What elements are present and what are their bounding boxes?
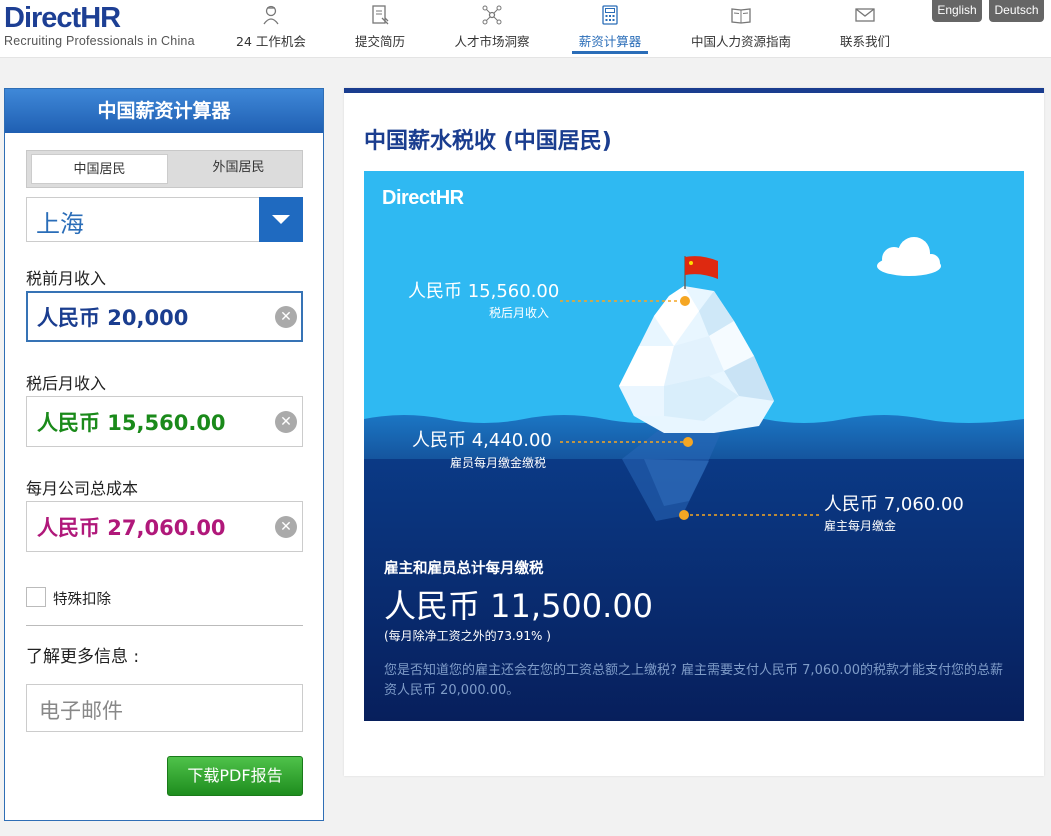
clear-icon[interactable]: ✕	[275, 516, 297, 538]
city-value: 上海	[36, 210, 84, 238]
logo-wordmark: DirectHR	[4, 2, 121, 34]
nav-item-salary-calculator[interactable]: 薪资计算器	[572, 4, 648, 54]
net-income-value: 人民币 15,560.00	[37, 411, 226, 435]
residency-foreign-button[interactable]: 外国居民	[170, 154, 307, 184]
calculator-panel: 中国薪资计算器 中国居民 外国居民 上海 税前月收入 人民币 20,000 ✕ …	[4, 88, 324, 821]
book-icon	[731, 8, 751, 24]
nav-item-hr-guide[interactable]: 中国人力资源指南	[688, 4, 794, 54]
calculator-title: 中国薪资计算器	[5, 89, 323, 133]
residency-china-button[interactable]: 中国居民	[31, 154, 168, 184]
site-header: DirectHR Recruiting Professionals in Chi…	[0, 0, 1051, 58]
clear-icon[interactable]: ✕	[275, 306, 297, 328]
calculator-icon	[602, 5, 618, 25]
logo[interactable]: DirectHR Recruiting Professionals in Chi…	[4, 2, 195, 48]
employer-tax-caption: 雇主每月缴金	[824, 519, 897, 533]
resume-icon	[372, 5, 389, 25]
company-cost-input[interactable]: 人民币 27,060.00 ✕	[26, 501, 303, 552]
residency-toggle: 中国居民 外国居民	[26, 150, 303, 188]
email-field[interactable]: 电子邮件	[26, 684, 303, 732]
company-cost-label: 每月公司总成本	[26, 479, 139, 498]
nav-label: 薪资计算器	[578, 34, 642, 49]
total-tax-caption: 雇主和雇员总计每月缴税	[384, 561, 544, 577]
result-title: 中国薪水税收 (中国居民)	[364, 129, 612, 154]
nav-item-jobs[interactable]: 24 工作机会	[231, 4, 311, 54]
nav-label: 人才市场洞察	[454, 34, 530, 49]
download-pdf-button[interactable]: 下载PDF报告	[167, 756, 303, 796]
nav-label: 24 工作机会	[236, 34, 306, 49]
gross-income-label: 税前月收入	[26, 269, 107, 288]
net-amount-label: 人民币 15,560.00	[408, 281, 560, 302]
result-panel: 中国薪水税收 (中国居民) DirectHR 人民币 15,560.00 税后月…	[344, 88, 1044, 776]
total-tax-percent: (每月除净工资之外的73.91% )	[384, 629, 551, 643]
nav-item-contact[interactable]: 联系我们	[833, 4, 897, 54]
employer-tax-note: 您是否知道您的雇主还会在您的工资总额之上缴税? 雇主需要支付人民币 7,060.…	[384, 663, 1004, 698]
net-amount-caption: 税后月收入	[489, 306, 550, 320]
special-deduction-label[interactable]: 特殊扣除	[53, 588, 111, 609]
more-info-label: 了解更多信息 :	[26, 647, 140, 667]
illustration-brand: DirectHR	[382, 187, 464, 209]
special-deduction-checkbox[interactable]	[26, 587, 46, 607]
employee-tax-caption: 雇员每月缴金缴税	[450, 456, 547, 470]
total-tax-amount: 人民币 11,500.00	[384, 587, 654, 625]
job-icon	[263, 5, 279, 25]
net-income-label: 税后月收入	[26, 374, 107, 393]
gross-income-value: 人民币 20,000	[37, 306, 189, 330]
clear-icon[interactable]: ✕	[275, 411, 297, 433]
nav-item-submit-cv[interactable]: 提交简历	[345, 4, 415, 54]
net-income-input[interactable]: 人民币 15,560.00 ✕	[26, 396, 303, 447]
city-select[interactable]: 上海	[26, 197, 303, 242]
divider	[26, 625, 303, 626]
gross-income-input[interactable]: 人民币 20,000 ✕	[26, 291, 303, 342]
nav-label: 中国人力资源指南	[690, 34, 791, 49]
language-deutsch-button[interactable]: Deutsch	[989, 0, 1044, 22]
employer-tax-amount: 人民币 7,060.00	[824, 494, 964, 515]
iceberg-illustration: DirectHR 人民币 15,560.00 税后月收入 人民币 4,440.0…	[364, 171, 1024, 721]
language-english-button[interactable]: English	[932, 0, 982, 22]
nav-item-market-insights[interactable]: 人才市场洞察	[450, 4, 534, 54]
email-placeholder: 电子邮件	[39, 699, 123, 723]
logo-tagline: Recruiting Professionals in China	[4, 34, 195, 48]
company-cost-value: 人民币 27,060.00	[37, 516, 226, 540]
nav-label: 联系我们	[839, 34, 890, 49]
network-icon	[482, 5, 502, 25]
employee-tax-amount: 人民币 4,440.00	[412, 430, 552, 451]
dropdown-arrow-icon[interactable]	[259, 197, 303, 242]
mail-icon	[855, 8, 875, 22]
nav-label: 提交简历	[354, 34, 405, 49]
